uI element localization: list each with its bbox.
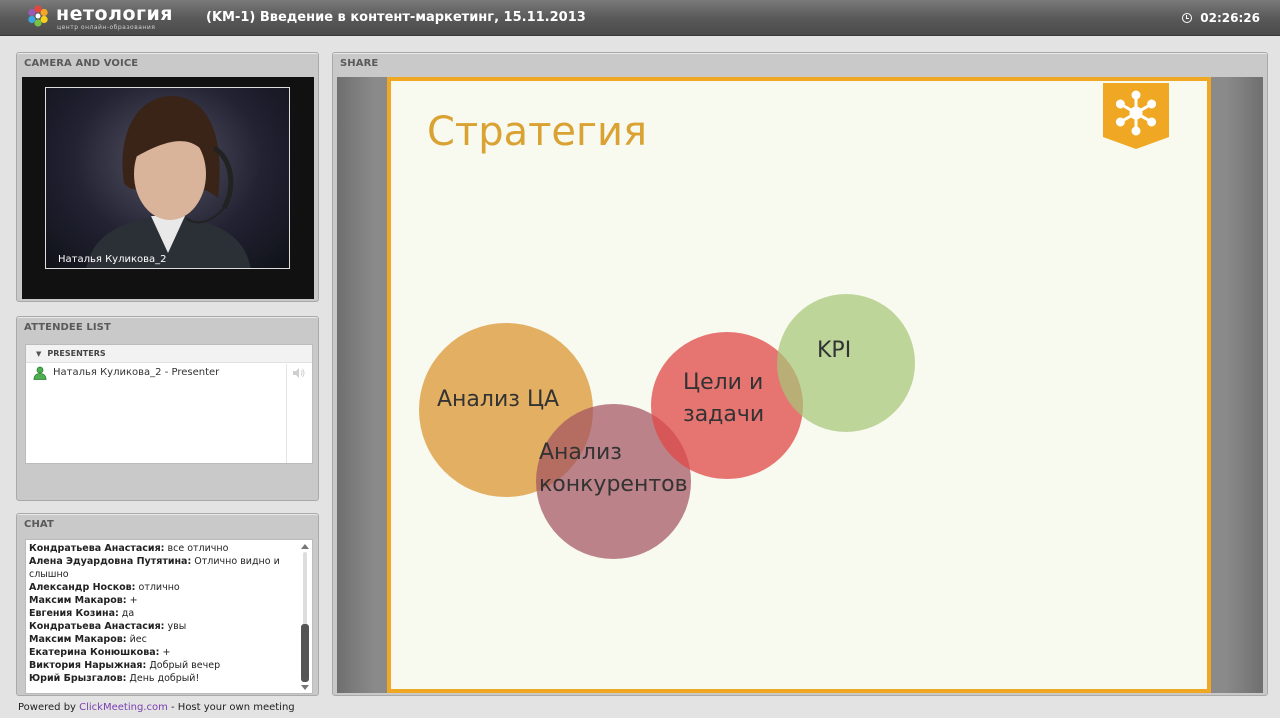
chat-text: отлично <box>135 582 180 593</box>
chat-author: Виктория Нарыжная: <box>29 660 147 671</box>
attendee-list-header: ATTENDEE LIST <box>24 322 111 333</box>
label-competitor-analysis: Анализ конкурентов <box>539 440 688 497</box>
chat-author: Алена Эдуардовна Путятина: <box>29 556 192 567</box>
attendee-row[interactable]: Наталья Куликова_2 - Presenter <box>26 363 312 383</box>
chat-text: Добрый вечер <box>146 660 221 671</box>
chat-author: Кондратьева Анастасия: <box>29 621 165 632</box>
share-header: SHARE <box>340 58 379 69</box>
attendee-list[interactable]: ▼ PRESENTERS Наталья Куликова_2 - Present… <box>25 344 313 464</box>
scroll-thumb[interactable] <box>301 624 309 682</box>
attendee-name: Наталья Куликова_2 - Presenter <box>53 367 220 378</box>
chat-message: Максим Макаров: + <box>26 594 291 607</box>
presenter-silhouette <box>86 96 251 268</box>
chat-scrollbar[interactable] <box>301 544 309 690</box>
chat-author: Александр Носков: <box>29 582 136 593</box>
clock-icon <box>1182 13 1193 23</box>
chat-text: + <box>159 647 171 658</box>
chat-message: Кондратьева Анастасия: увы <box>26 620 291 633</box>
user-icon <box>33 366 47 380</box>
chat-author: Максим Макаров: <box>29 634 127 645</box>
logo-subtitle: центр онлайн-образования <box>57 24 156 31</box>
scroll-up-arrow-icon[interactable] <box>301 544 309 549</box>
camera-area: Наталья Куликова_2 <box>22 77 314 299</box>
chat-message: Виктория Нарыжная: Добрый вечер <box>26 659 291 672</box>
label-audience-analysis: Анализ ЦА <box>437 387 560 412</box>
chat-message: Кондратьева Анастасия: все отлично <box>26 542 291 555</box>
chat-author: Екатерина Конюшкова: <box>29 647 160 658</box>
session-title: (KM-1) Введение в контент-маркетинг, 15.… <box>206 10 586 25</box>
clickmeeting-link[interactable]: ClickMeeting.com <box>79 702 168 713</box>
label-goals: Цели и задачи <box>683 370 765 427</box>
chat-message: Евгения Козина: да <box>26 607 291 620</box>
top-bar: нетология центр онлайн-образования (KM-1… <box>0 0 1280 36</box>
attendee-list-panel: ATTENDEE LIST ▼ PRESENTERS Наталья Кулико… <box>16 316 319 501</box>
chat-header: CHAT <box>24 519 54 530</box>
scroll-down-arrow-icon[interactable] <box>301 685 309 690</box>
list-divider <box>286 364 287 463</box>
speaker-icon[interactable] <box>292 367 306 379</box>
chat-messages[interactable]: Кондратьева Анастасия: все отлично Алена… <box>25 539 313 694</box>
chat-message: Александр Носков: отлично <box>26 581 291 594</box>
chat-message: Алена Эдуардовна Путятина: Отлично видно… <box>26 555 291 581</box>
chat-author: Максим Макаров: <box>29 595 127 606</box>
chat-text: + <box>126 595 138 606</box>
powered-prefix: Powered by <box>18 702 80 713</box>
chat-text: все отлично <box>164 543 229 554</box>
chat-author: Евгения Козина: <box>29 608 119 619</box>
chat-text: увы <box>164 621 187 632</box>
presentation-slide: Стратегия Анализ ЦА Анализ конкурентов Ц… <box>387 77 1211 693</box>
camera-panel: CAMERA AND VOICE Наталья Куликова_2 <box>16 52 319 302</box>
chat-text: День добрый! <box>126 673 200 684</box>
clock-time: 02:26:26 <box>1200 11 1260 25</box>
powered-suffix: - Host your own meeting <box>167 702 295 713</box>
chat-panel: CHAT Кондратьева Анастасия: все отлично … <box>16 513 319 696</box>
chat-text: да <box>118 608 135 619</box>
collapse-triangle-icon[interactable]: ▼ <box>36 350 41 358</box>
snowflake-badge-icon <box>1103 83 1169 149</box>
chat-message: Юрий Брызгалов: День добрый! <box>26 672 291 685</box>
session-clock: 02:26:26 <box>1182 11 1260 25</box>
chat-message: Екатерина Конюшкова: + <box>26 646 291 659</box>
chat-author: Юрий Брызгалов: <box>29 673 127 684</box>
presenters-group[interactable]: ▼ PRESENTERS <box>26 345 312 363</box>
chat-text: йес <box>126 634 147 645</box>
presenter-video[interactable]: Наталья Куликова_2 <box>45 87 290 269</box>
slide-title: Стратегия <box>427 109 648 155</box>
label-kpi: KPI <box>817 338 852 363</box>
flower-logo-icon <box>28 5 48 27</box>
chat-message: Максим Макаров: йес <box>26 633 291 646</box>
camera-panel-header: CAMERA AND VOICE <box>24 58 139 69</box>
presenters-group-label: PRESENTERS <box>47 349 106 358</box>
powered-by: Powered by ClickMeeting.com - Host your … <box>18 702 295 713</box>
share-panel: SHARE Стратегия Анализ ЦА Анализ конкуре… <box>332 52 1268 696</box>
chat-author: Кондратьева Анастасия: <box>29 543 165 554</box>
chat-message-list: Кондратьева Анастасия: все отлично Алена… <box>26 540 312 685</box>
logo-text: нетология <box>56 3 173 25</box>
presenter-name-label: Наталья Куликова_2 <box>58 254 167 265</box>
share-area: Стратегия Анализ ЦА Анализ конкурентов Ц… <box>337 77 1263 693</box>
